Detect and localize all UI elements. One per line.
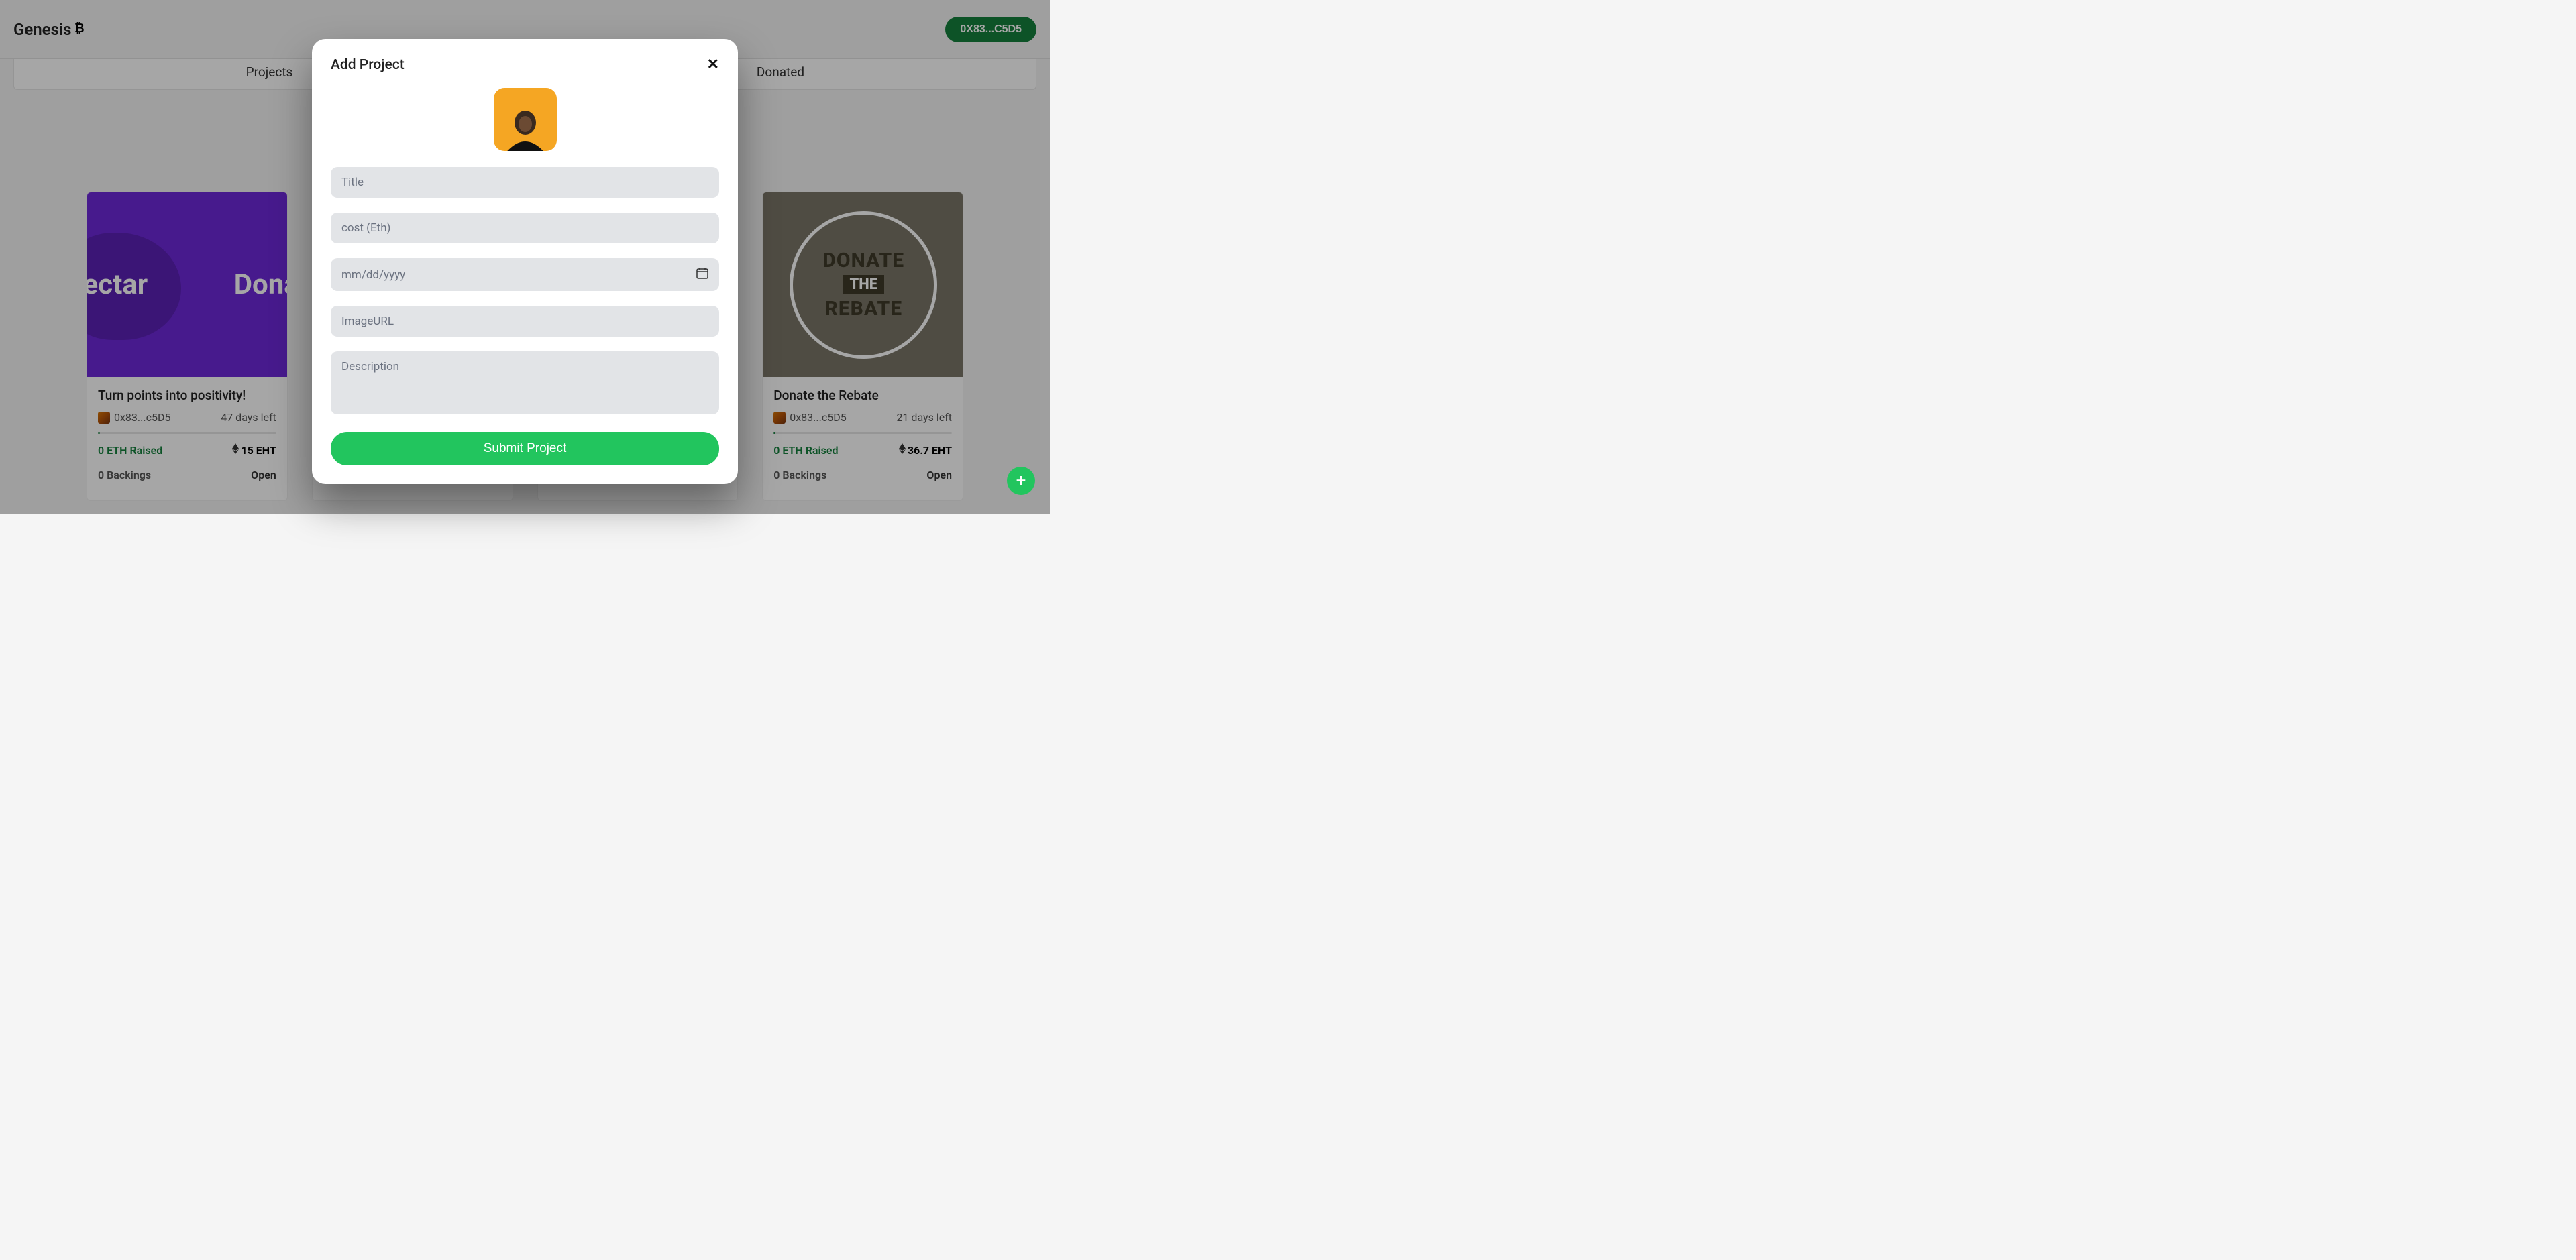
cost-input[interactable]: [331, 213, 719, 243]
submit-button[interactable]: Submit Project: [331, 432, 719, 465]
title-input[interactable]: [331, 167, 719, 198]
avatar: [494, 88, 557, 151]
plus-icon: +: [1016, 471, 1026, 491]
close-icon[interactable]: ✕: [707, 56, 719, 73]
image-url-input[interactable]: [331, 306, 719, 337]
modal-overlay[interactable]: Add Project ✕ mm/dd/yyyy Submit Project: [0, 0, 1050, 514]
calendar-icon: [696, 267, 708, 282]
date-placeholder: mm/dd/yyyy: [341, 268, 405, 282]
description-input[interactable]: [331, 351, 719, 414]
add-project-modal: Add Project ✕ mm/dd/yyyy Submit Project: [312, 39, 738, 484]
add-project-fab[interactable]: +: [1007, 467, 1035, 495]
modal-title: Add Project: [331, 57, 405, 73]
date-input[interactable]: mm/dd/yyyy: [331, 258, 719, 291]
